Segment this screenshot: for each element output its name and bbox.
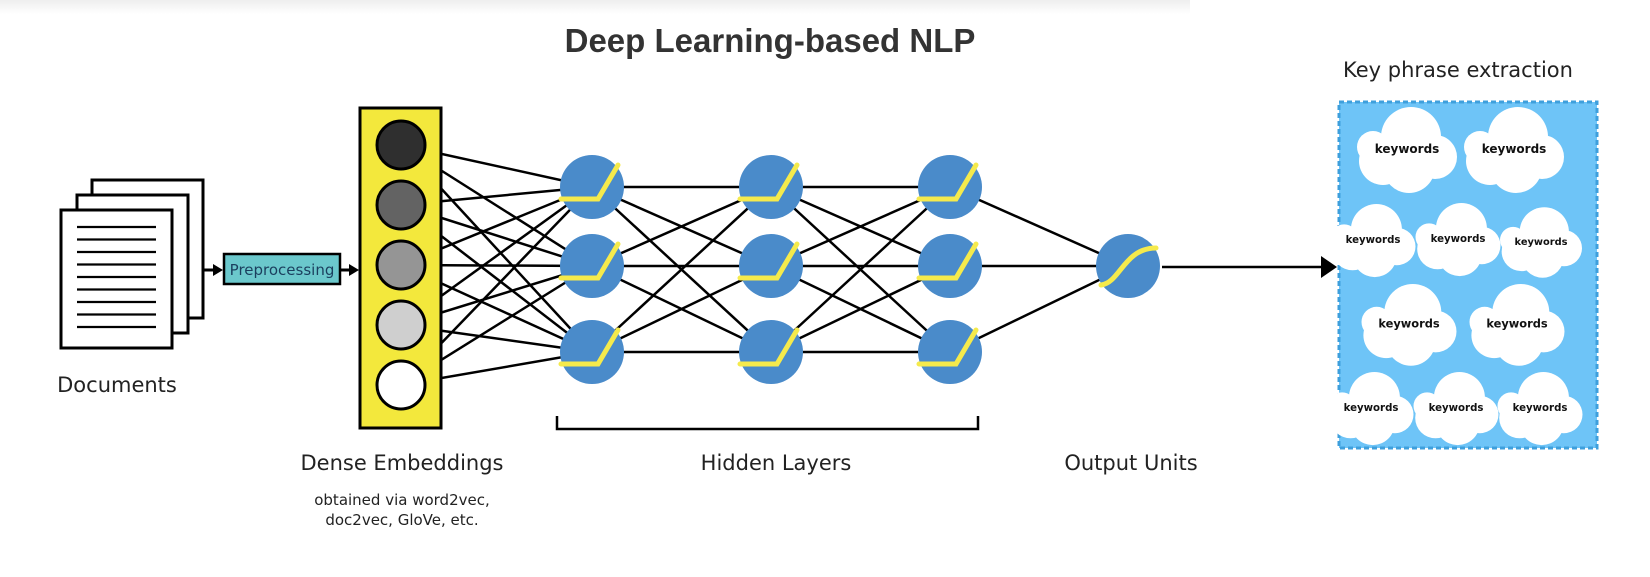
hidden-neurons	[558, 155, 982, 384]
hidden-neuron	[737, 155, 803, 219]
hidden-neuron	[558, 155, 624, 219]
hidden-neuron	[737, 234, 803, 298]
documents-icon	[59, 178, 205, 350]
neuron-circle	[918, 320, 982, 384]
embedding-node	[375, 299, 427, 351]
keyword-text: keywords	[1429, 403, 1484, 414]
neuron-circle	[739, 155, 803, 219]
hidden-neuron	[916, 320, 982, 384]
neuron-circle	[739, 234, 803, 298]
hidden-layers-label: Hidden Layers	[701, 451, 852, 475]
nlp-pipeline-diagram: Deep Learning-based NLP Documents Prepro…	[57, 22, 1599, 529]
dense-embeddings-label: Dense Embeddings	[301, 451, 504, 475]
neuron-circle	[560, 234, 624, 298]
preprocessing-label: Preprocessing	[230, 261, 335, 279]
output-neuron-circle	[1096, 234, 1160, 298]
diagram-title: Deep Learning-based NLP	[565, 22, 976, 59]
keyword-text: keywords	[1431, 234, 1486, 245]
keyword-text: keywords	[1346, 235, 1401, 246]
keyword-text: keywords	[1375, 142, 1440, 156]
keyword-text: keywords	[1482, 142, 1547, 156]
arrowhead-docs	[213, 264, 223, 276]
neuron-circle	[739, 320, 803, 384]
keyword-text: keywords	[1515, 237, 1568, 248]
keyphrase-title: Key phrase extraction	[1343, 58, 1573, 82]
embedding-node	[375, 179, 427, 231]
hidden-layers-bracket	[555, 416, 980, 431]
embedding-node	[375, 119, 427, 171]
hidden-neuron	[558, 320, 624, 384]
embeddings-note-line2: doc2vec, GloVe, etc.	[325, 511, 478, 529]
embedding-node	[375, 239, 427, 291]
embeddings-note-line1: obtained via word2vec,	[314, 491, 490, 509]
neuron-circle	[560, 155, 624, 219]
neuron-circle	[560, 320, 624, 384]
hidden-neuron	[916, 155, 982, 219]
output-neuron	[1096, 234, 1160, 298]
keyword-text: keywords	[1344, 403, 1399, 414]
neuron-circle	[918, 234, 982, 298]
keyword-text: keywords	[1378, 317, 1440, 331]
diagram-canvas: Deep Learning-based NLP Documents Prepro…	[0, 0, 1650, 577]
arrowhead-preprocessing	[349, 264, 359, 276]
keyword-text: keywords	[1486, 317, 1548, 331]
output-units-label: Output Units	[1064, 451, 1197, 475]
keyword-text: keywords	[1513, 403, 1568, 414]
documents-label: Documents	[57, 373, 177, 397]
hidden-neuron	[916, 234, 982, 298]
neuron-circle	[918, 155, 982, 219]
embedding-node	[375, 359, 427, 411]
hidden-neuron	[558, 234, 624, 298]
hidden-neuron	[737, 320, 803, 384]
